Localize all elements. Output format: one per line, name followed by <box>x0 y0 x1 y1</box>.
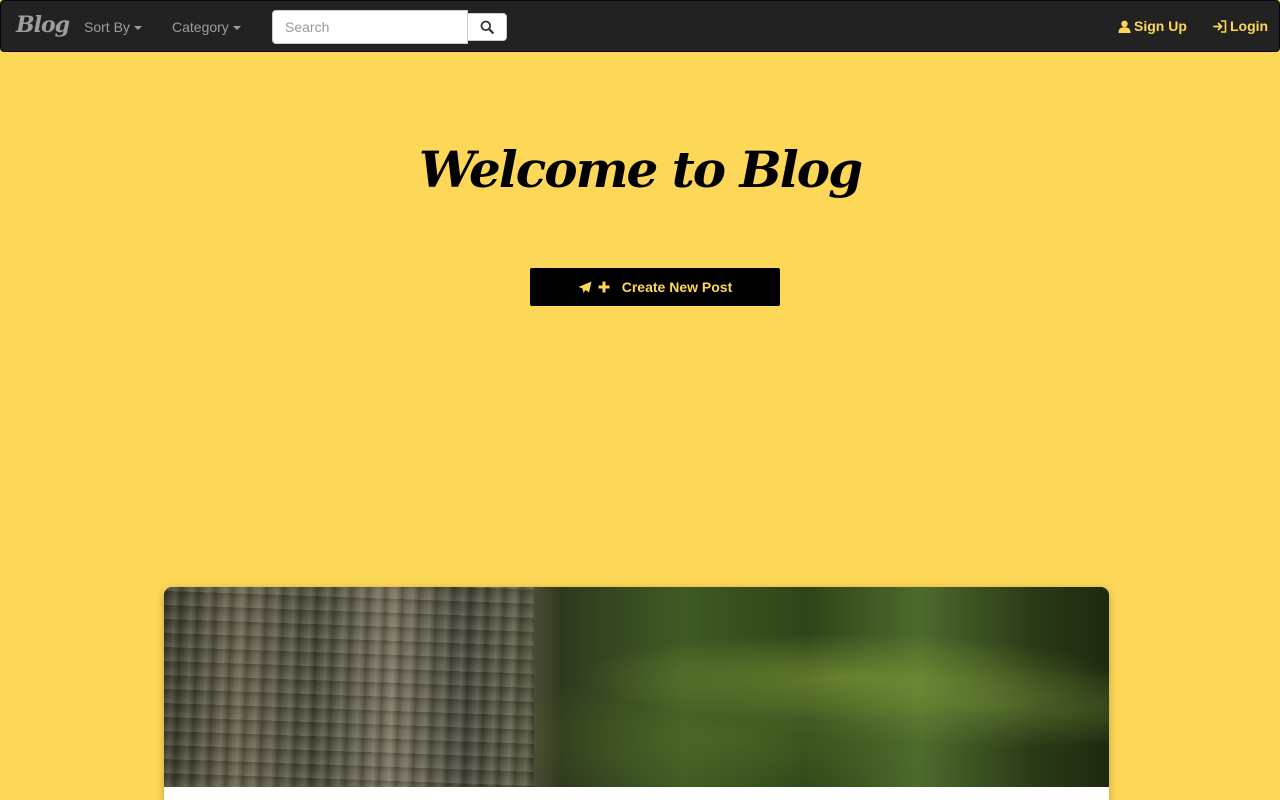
plus-icon <box>598 281 610 293</box>
post-image <box>164 587 1109 787</box>
category-label: Category <box>172 19 229 35</box>
login-icon <box>1213 19 1227 33</box>
user-icon <box>1118 20 1131 33</box>
tree-bark-texture <box>164 587 534 787</box>
caret-down-icon <box>133 26 142 31</box>
sign-up-label: Sign Up <box>1134 18 1187 34</box>
sort-by-dropdown[interactable]: Sort By <box>84 19 142 35</box>
page-title: Welcome to Blog <box>418 140 863 199</box>
login-link[interactable]: Login <box>1213 18 1268 34</box>
create-new-post-button[interactable]: Create New Post <box>530 268 780 306</box>
sign-up-link[interactable]: Sign Up <box>1118 18 1187 34</box>
category-dropdown[interactable]: Category <box>172 19 241 35</box>
post-card[interactable] <box>164 587 1109 800</box>
caret-down-icon <box>232 26 241 31</box>
search-input[interactable] <box>272 10 468 44</box>
paper-plane-icon <box>578 281 592 293</box>
top-navbar: Blog Sort By Category Sign Up Login <box>0 0 1280 52</box>
search-icon <box>480 20 494 34</box>
post-card-body <box>164 787 1109 800</box>
brand-logo[interactable]: Blog <box>16 12 70 38</box>
login-label: Login <box>1230 18 1269 34</box>
search-button[interactable] <box>467 13 507 41</box>
sort-by-label: Sort By <box>84 19 130 35</box>
create-new-post-label: Create New Post <box>621 279 733 295</box>
